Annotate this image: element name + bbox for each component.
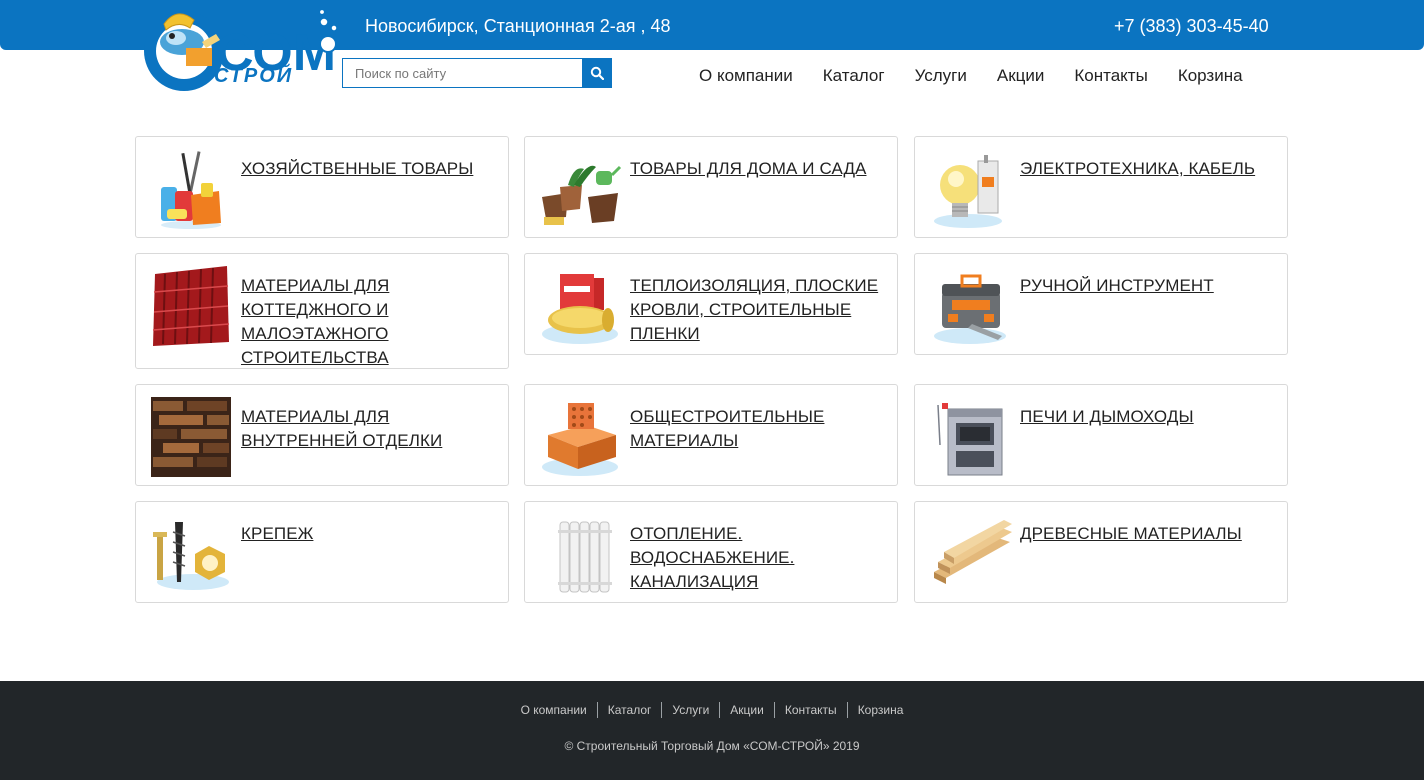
household-goods-icon (161, 151, 221, 229)
main-nav: О компании Каталог Услуги Акции Контакты… (684, 66, 1258, 86)
catalog-card-interior-finishing[interactable]: МАТЕРИАЛЫ ДЛЯ ВНУТРЕННЕЙ ОТДЕЛКИ (135, 384, 509, 486)
catalog-card-title: ДРЕВЕСНЫЕ МАТЕРИАЛЫ (1020, 524, 1242, 543)
catalog-card-title: КРЕПЕЖ (241, 524, 314, 543)
store-address: Новосибирск, Станционная 2-ая , 48 (365, 16, 671, 36)
nav-item-about[interactable]: О компании (684, 66, 808, 86)
catalog-card-title: ОБЩЕСТРОИТЕЛЬНЫЕ МАТЕРИАЛЫ (630, 407, 825, 450)
catalog-card-title: ОТОПЛЕНИЕ. ВОДОСНАБЖЕНИЕ. КАНАЛИЗАЦИЯ (630, 524, 795, 591)
nav-item-cart[interactable]: Корзина (1163, 66, 1258, 86)
fasteners-icon (153, 522, 229, 590)
lumber-icon (934, 520, 1012, 584)
insulation-roll-icon (542, 274, 618, 344)
footer-nav-contacts[interactable]: Контакты (773, 702, 847, 718)
nav-item-promotions[interactable]: Акции (982, 66, 1060, 86)
stove-icon (937, 403, 1003, 476)
catalog-card-hand-tools[interactable]: РУЧНОЙ ИНСТРУМЕНТ (914, 253, 1288, 355)
catalog-card-electrical[interactable]: ЭЛЕКТРОТЕХНИКА, КАБЕЛЬ (914, 136, 1288, 238)
footer-nav-cart[interactable]: Корзина (846, 702, 914, 718)
catalog-card-general-construction[interactable]: ОБЩЕСТРОИТЕЛЬНЫЕ МАТЕРИАЛЫ (524, 384, 898, 486)
catalog-card-household[interactable]: ХОЗЯЙСТВЕННЫЕ ТОВАРЫ (135, 136, 509, 238)
garden-pots-icon (542, 165, 622, 225)
catalog-card-insulation[interactable]: ТЕПЛОИЗОЛЯЦИЯ, ПЛОСКИЕ КРОВЛИ, СТРОИТЕЛЬ… (524, 253, 898, 355)
nav-item-services[interactable]: Услуги (900, 66, 982, 86)
catalog-card-title: МАТЕРИАЛЫ ДЛЯ ВНУТРЕННЕЙ ОТДЕЛКИ (241, 407, 443, 450)
search-input[interactable] (342, 58, 582, 88)
nav-item-contacts[interactable]: Контакты (1059, 66, 1162, 86)
search-button[interactable] (582, 58, 612, 88)
site-logo[interactable]: СОМ СТРОЙ (142, 4, 342, 92)
footer-nav-about[interactable]: О компании (511, 702, 597, 718)
catalog-card-title: ХОЗЯЙСТВЕННЫЕ ТОВАРЫ (241, 159, 474, 178)
footer-nav: О компании Каталог Услуги Акции Контакты… (0, 702, 1424, 718)
footer-nav-catalog[interactable]: Каталог (596, 702, 662, 718)
metal-roof-icon (152, 266, 230, 346)
catalog-card-title: ЭЛЕКТРОТЕХНИКА, КАБЕЛЬ (1020, 159, 1256, 178)
catalog-card-title: РУЧНОЙ ИНСТРУМЕНТ (1020, 276, 1214, 295)
catalog-card-title: ПЕЧИ И ДЫМОХОДЫ (1020, 407, 1194, 426)
radiator-icon (558, 521, 612, 593)
catalog-card-stoves-chimneys[interactable]: ПЕЧИ И ДЫМОХОДЫ (914, 384, 1288, 486)
toolbox-icon (934, 274, 1006, 344)
logo-text-sub: СТРОЙ (214, 63, 293, 87)
catalog-card-title: ТЕПЛОИЗОЛЯЦИЯ, ПЛОСКИЕ КРОВЛИ, СТРОИТЕЛЬ… (630, 276, 879, 343)
footer-nav-services[interactable]: Услуги (661, 702, 719, 718)
phone-number[interactable]: +7 (383) 303-45-40 (1114, 16, 1269, 37)
catalog-card-heating-plumbing[interactable]: ОТОПЛЕНИЕ. ВОДОСНАБЖЕНИЕ. КАНАЛИЗАЦИЯ (524, 501, 898, 603)
nav-item-catalog[interactable]: Каталог (808, 66, 900, 86)
wood-panels-icon (151, 397, 231, 477)
copyright: © Строительный Торговый Дом «СОМ-СТРОЙ» … (564, 739, 860, 753)
site-footer: О компании Каталог Услуги Акции Контакты… (0, 681, 1424, 780)
catalog-card-title: МАТЕРИАЛЫ ДЛЯ КОТТЕДЖНОГО И МАЛОЭТАЖНОГО… (241, 276, 390, 367)
catalog-card-wood-materials[interactable]: ДРЕВЕСНЫЕ МАТЕРИАЛЫ (914, 501, 1288, 603)
catalog-card-home-garden[interactable]: ТОВАРЫ ДЛЯ ДОМА И САДА (524, 136, 898, 238)
catalog-card-cottage-materials[interactable]: МАТЕРИАЛЫ ДЛЯ КОТТЕДЖНОГО И МАЛОЭТАЖНОГО… (135, 253, 509, 369)
brick-icon (542, 403, 618, 476)
catalog-card-fasteners[interactable]: КРЕПЕЖ (135, 501, 509, 603)
lightbulb-icon (934, 155, 1002, 228)
search-icon (590, 66, 604, 80)
site-search (342, 58, 612, 88)
catalog-card-title: ТОВАРЫ ДЛЯ ДОМА И САДА (630, 159, 867, 178)
footer-nav-promotions[interactable]: Акции (719, 702, 774, 718)
